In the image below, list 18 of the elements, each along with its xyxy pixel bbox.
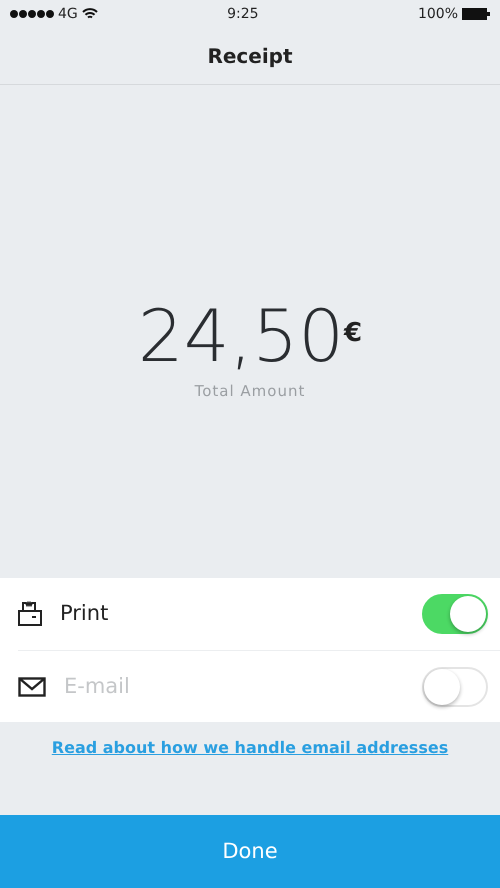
option-label: Print bbox=[60, 600, 108, 628]
option-label: E-mail bbox=[64, 672, 130, 700]
privacy-link[interactable]: Read about how we handle email addresses bbox=[52, 738, 448, 757]
currency-symbol: € bbox=[344, 317, 362, 350]
toggle-switch[interactable] bbox=[422, 594, 488, 634]
time-label: 9:25 bbox=[227, 4, 259, 24]
screen-title: Receipt bbox=[207, 43, 293, 70]
battery-label: 100% bbox=[418, 4, 458, 24]
total-label: Total Amount bbox=[194, 381, 306, 402]
total-amount: 24,50 bbox=[138, 300, 344, 372]
carrier-label: 4G bbox=[58, 4, 78, 24]
done-button[interactable]: Done bbox=[0, 815, 500, 888]
printer-icon bbox=[18, 601, 42, 627]
signal-icon bbox=[10, 9, 54, 19]
envelope-icon bbox=[18, 676, 46, 696]
toggle-switch[interactable] bbox=[422, 666, 488, 706]
battery-icon bbox=[462, 8, 490, 20]
wifi-icon bbox=[82, 8, 98, 20]
